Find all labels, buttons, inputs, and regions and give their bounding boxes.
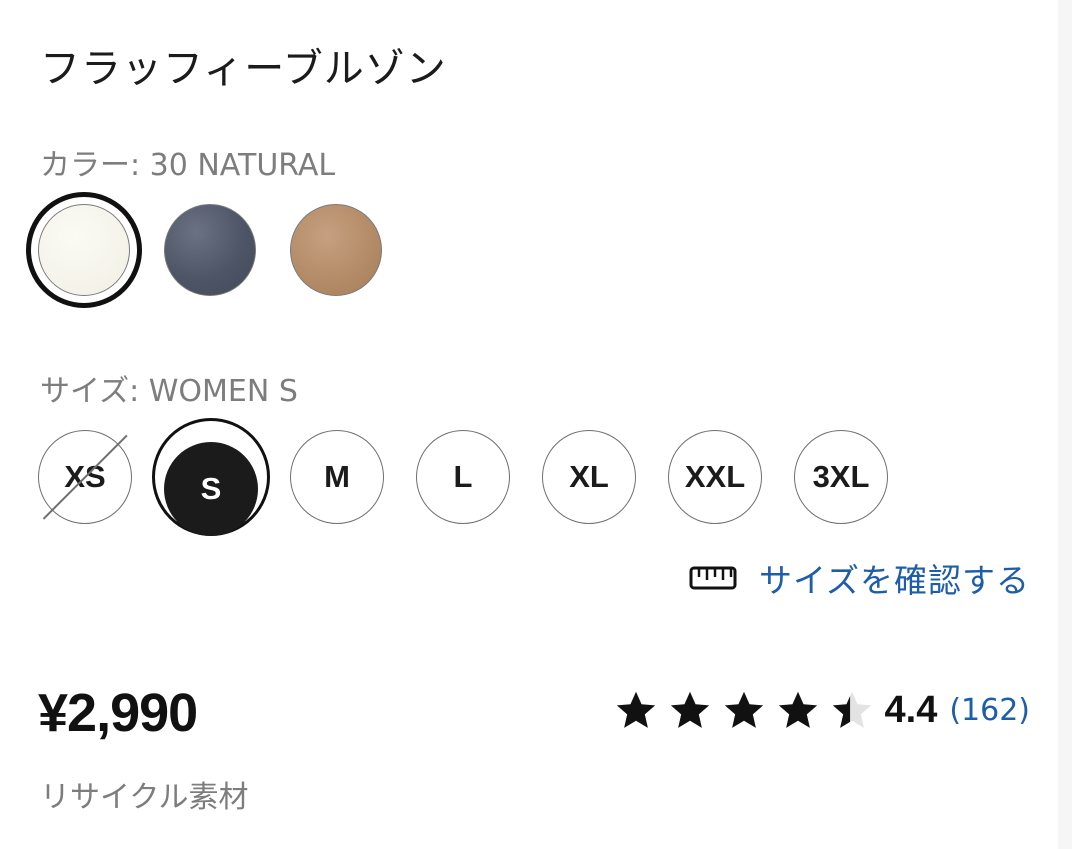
color-swatch-camel[interactable] — [290, 204, 382, 296]
size-option-xl[interactable]: XL — [542, 430, 636, 524]
color-label: カラー: 30 NATURAL — [40, 148, 336, 183]
size-option-label: M — [324, 459, 350, 494]
size-option-xxl[interactable]: XXL — [668, 430, 762, 524]
size-option-label: XS — [64, 459, 106, 494]
product-rating[interactable]: 4.4 (162) — [613, 684, 1030, 736]
size-option-label: S — [200, 471, 222, 506]
star-full-icon — [670, 691, 709, 728]
product-price: ¥2,990 — [38, 683, 198, 743]
star-partial-icon — [832, 691, 871, 728]
review-count-link[interactable]: (162) — [949, 693, 1030, 728]
size-option-label: XXL — [684, 459, 746, 494]
size-option-s[interactable]: S — [164, 442, 258, 536]
size-option-label: XL — [569, 459, 609, 494]
color-swatch-natural[interactable] — [38, 204, 130, 296]
size-option-m[interactable]: M — [290, 430, 384, 524]
size-option-label: 3XL — [812, 459, 870, 494]
star-full-icon — [778, 691, 817, 728]
size-option-l[interactable]: L — [416, 430, 510, 524]
ruler-icon — [689, 566, 737, 590]
product-title: フラッフィーブルゾン — [40, 46, 447, 92]
size-guide-label: サイズを確認する — [758, 561, 1030, 600]
size-guide-link[interactable]: サイズを確認する — [689, 556, 1030, 600]
size-option-xs[interactable]: XS — [38, 430, 132, 524]
scrollbar-track[interactable] — [1058, 0, 1072, 849]
recycled-material-note: リサイクル素材 — [40, 780, 249, 815]
size-option-label: L — [453, 459, 473, 494]
star-full-icon — [724, 691, 763, 728]
size-label: サイズ: WOMEN S — [40, 374, 298, 409]
star-full-icon — [616, 691, 655, 728]
color-swatch-navy[interactable] — [164, 204, 256, 296]
rating-value: 4.4 — [884, 688, 938, 731]
rating-stars — [613, 687, 875, 733]
size-option-3xl[interactable]: 3XL — [794, 430, 888, 524]
product-detail-panel: フラッフィーブルゾン カラー: 30 NATURAL サイズ: WOMEN S … — [0, 0, 1072, 849]
